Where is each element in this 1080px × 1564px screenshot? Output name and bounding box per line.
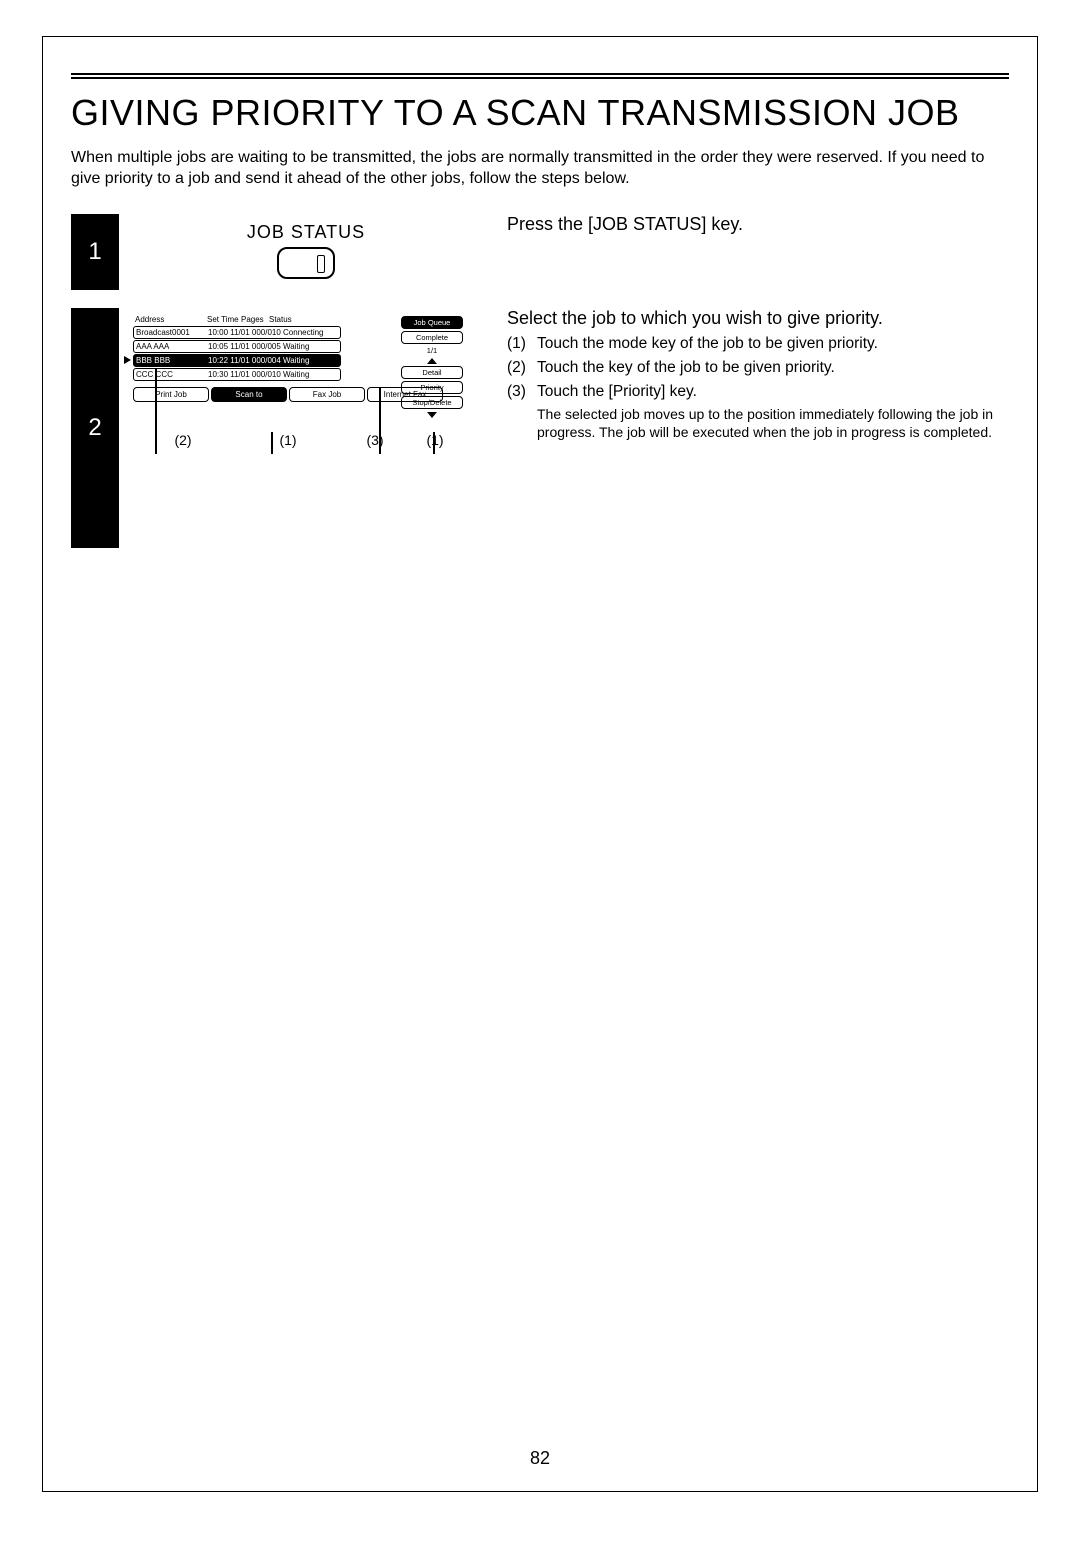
tab-print-job[interactable]: Print Job <box>133 387 209 402</box>
row-rest: 10:30 11/01 000/010 Waiting <box>208 370 338 379</box>
callout: (1) <box>233 432 343 448</box>
job-row[interactable]: CCC CCC 10:30 11/01 000/010 Waiting <box>133 368 341 381</box>
step-2: 2 Address Set Time Pages Status Broadcas… <box>71 308 1009 548</box>
top-rule <box>71 73 1009 79</box>
row-addr: Broadcast0001 <box>136 328 208 337</box>
substep-1: (1) Touch the mode key of the job to be … <box>507 335 1005 353</box>
complete-button[interactable]: Complete <box>401 331 463 344</box>
callout: (1) <box>407 432 463 448</box>
tab-fax-job[interactable]: Fax Job <box>289 387 365 402</box>
col-settime: Set Time <box>207 315 241 324</box>
job-row[interactable]: Broadcast0001 10:00 11/01 000/010 Connec… <box>133 326 341 339</box>
step1-graphic: JOB STATUS <box>119 214 489 290</box>
job-status-label: JOB STATUS <box>133 222 479 243</box>
col-pages: Pages <box>241 315 269 324</box>
row-rest: 10:05 11/01 000/005 Waiting <box>208 342 338 351</box>
step-1: 1 JOB STATUS Press the [JOB STATUS] key. <box>71 214 1009 290</box>
callout: (2) <box>133 432 233 448</box>
row-addr: BBB BBB <box>136 356 208 365</box>
col-address: Address <box>135 315 207 324</box>
page-title: GIVING PRIORITY TO A SCAN TRANSMISSION J… <box>71 93 1009 133</box>
pointer-line <box>271 432 273 454</box>
step2-graphic: Address Set Time Pages Status Broadcast0… <box>119 308 489 548</box>
callout-labels: (2) (1) (3) (1) <box>133 432 463 448</box>
step1-heading: Press the [JOB STATUS] key. <box>507 214 1005 235</box>
detail-button[interactable]: Detail <box>401 366 463 379</box>
step-number: 1 <box>71 214 119 290</box>
row-addr: CCC CCC <box>136 370 208 379</box>
page-number: 82 <box>43 1448 1037 1469</box>
stop-delete-button[interactable]: Stop/Delete <box>401 396 463 409</box>
scroll-down-icon[interactable] <box>427 412 437 418</box>
priority-button[interactable]: Priority <box>401 381 463 394</box>
scroll-up-icon[interactable] <box>427 358 437 364</box>
step-number: 2 <box>71 308 119 548</box>
pointer-line <box>155 368 157 454</box>
row-rest: 10:22 11/01 000/004 Waiting <box>208 356 338 365</box>
callout: (3) <box>343 432 407 448</box>
substep-note: The selected job moves up to the positio… <box>537 405 1005 441</box>
manual-page: GIVING PRIORITY TO A SCAN TRANSMISSION J… <box>42 36 1038 1492</box>
pointer-line <box>379 388 381 454</box>
pointer-line <box>433 432 435 454</box>
job-status-screen: Address Set Time Pages Status Broadcast0… <box>133 314 463 448</box>
side-buttons: Job Queue Complete 1/1 Detail Priority S… <box>401 314 463 420</box>
step2-heading: Select the job to which you wish to give… <box>507 308 1005 329</box>
row-addr: AAA AAA <box>136 342 208 351</box>
row-rest: 10:00 11/01 000/010 Connecting <box>208 328 338 337</box>
substep-2: (2) Touch the key of the job to be given… <box>507 359 1005 377</box>
intro-text: When multiple jobs are waiting to be tra… <box>71 147 1009 190</box>
col-status: Status <box>269 315 313 324</box>
substep-3: (3) Touch the [Priority] key. <box>507 383 1005 401</box>
job-row-selected[interactable]: BBB BBB 10:22 11/01 000/004 Waiting <box>133 354 341 367</box>
job-status-key-icon <box>277 247 335 279</box>
job-queue-button[interactable]: Job Queue <box>401 316 463 329</box>
page-fraction: 1/1 <box>401 346 463 355</box>
tab-scan-to[interactable]: Scan to <box>211 387 287 402</box>
job-row[interactable]: AAA AAA 10:05 11/01 000/005 Waiting <box>133 340 341 353</box>
